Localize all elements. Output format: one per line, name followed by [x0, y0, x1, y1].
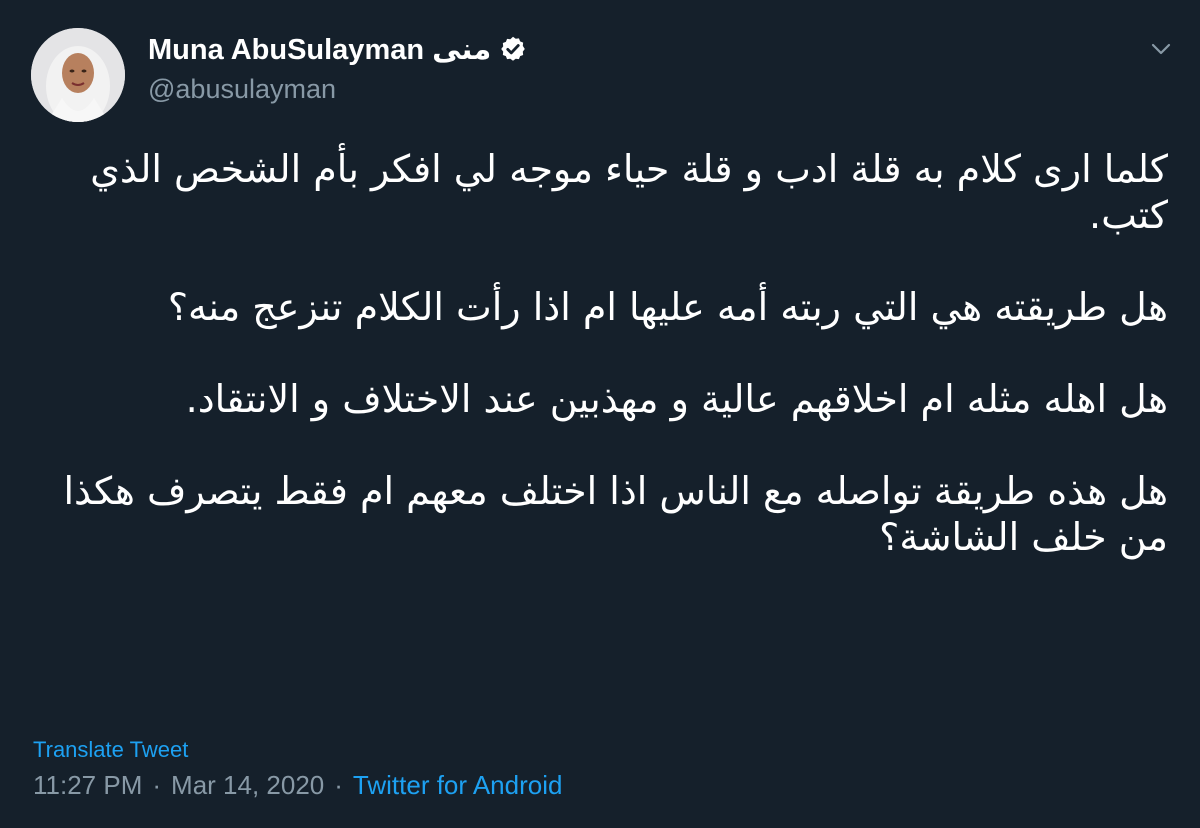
meta-separator: · — [152, 770, 162, 800]
author-display-name-latin: Muna AbuSulayman — [148, 33, 425, 66]
meta-separator: · — [334, 770, 343, 800]
tweet-card: Muna AbuSulayman منى @abusulayman كلما ار… — [0, 0, 1200, 828]
avatar[interactable] — [31, 28, 125, 122]
tweet-metadata: 11:27 PM · Mar 14, 2020 · Twitter for Androi… — [33, 770, 562, 801]
author-info: Muna AbuSulayman منى @abusulayman — [148, 30, 527, 105]
tweet-paragraph: هل هذه طريقة تواصله مع الناس اذا اختلف م… — [63, 469, 1168, 559]
tweet-paragraph: هل طريقته هي التي ربته أمه عليها ام اذا … — [167, 285, 1168, 329]
author-handle[interactable]: @abusulayman — [148, 74, 527, 105]
author-name-row: Muna AbuSulayman منى — [148, 30, 527, 68]
tweet-date[interactable]: Mar 14, 2020 — [171, 770, 324, 800]
author-display-name[interactable]: Muna AbuSulayman منى — [148, 32, 491, 67]
tweet-time[interactable]: 11:27 PM — [33, 770, 142, 800]
verified-badge-icon — [499, 35, 527, 63]
translate-tweet-link[interactable]: Translate Tweet — [33, 737, 188, 763]
tweet-paragraph: كلما ارى كلام به قلة ادب و قلة حياء موجه… — [90, 147, 1168, 237]
tweet-text: كلما ارى كلام به قلة ادب و قلة حياء موجه… — [30, 146, 1168, 560]
tweet-paragraph: هل اهله مثله ام اخلاقهم عالية و مهذبين ع… — [185, 377, 1168, 421]
chevron-down-icon[interactable] — [1150, 38, 1172, 60]
tweet-source-link[interactable]: Twitter for Android — [353, 770, 563, 800]
author-display-name-arabic: منى — [432, 33, 492, 66]
